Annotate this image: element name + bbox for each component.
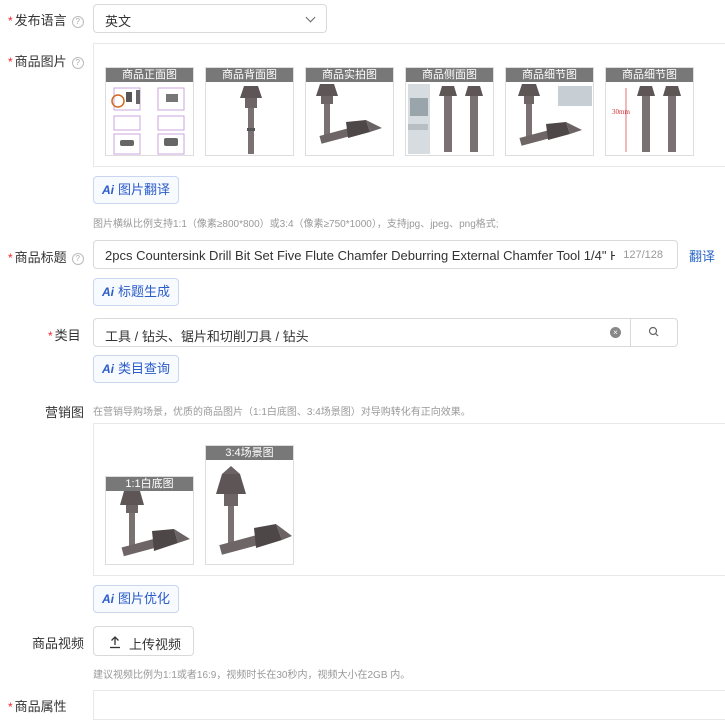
close-circle-icon[interactable]: × [610, 327, 621, 338]
language-label: * 发布语言? [8, 10, 84, 29]
image-thumb[interactable]: 商品实拍图 [305, 67, 394, 156]
category-value: 工具 / 钻头、锯片和切削刀具 / 钻头 [105, 329, 309, 344]
language-select[interactable]: 英文 [93, 4, 327, 33]
question-circle-icon: ? [71, 253, 84, 265]
chevron-down-icon [305, 12, 316, 23]
image-thumb[interactable]: 30mm 商品细节图 [605, 67, 694, 156]
question-circle-icon: ? [71, 57, 84, 69]
product-photo [216, 466, 292, 555]
image-thumb[interactable]: 商品侧面图 [405, 67, 494, 156]
title-label: * 商品标题? [8, 247, 84, 266]
image-thumb[interactable]: 商品背面图 [205, 67, 294, 156]
image-optimize-button[interactable]: Ai 图片优化 [93, 585, 180, 613]
image-gallery: 商品正面图 商品背面图 商品实拍图 商品侧面图 商品细节图 30mm 商品细节图 [93, 43, 725, 167]
title-input[interactable]: 2pcs Countersink Drill Bit Set Five Flut… [93, 240, 678, 269]
marketing-gallery: 1:1白底图 3:4场景图 [93, 423, 725, 576]
video-label: 商品视频 [32, 636, 85, 651]
marketing-thumb[interactable]: 1:1白底图 [105, 476, 194, 565]
title-translate-link[interactable]: 翻译 [689, 246, 715, 265]
upload-icon [110, 636, 120, 649]
video-hint: 建议视频比例为1:1或者16:9，视频时长在30秒内，视频大小在2GB 内。 [93, 670, 411, 681]
category-search-button[interactable] [631, 319, 677, 346]
attributes-label: * 商品属性 [8, 699, 67, 714]
title-char-count: 127/128 [623, 249, 663, 261]
title-generate-button[interactable]: Ai 标题生成 [93, 278, 180, 306]
category-select[interactable]: 工具 / 钻头、锯片和切削刀具 / 钻头 × [93, 318, 678, 347]
image-translate-button[interactable]: Ai 图片翻译 [93, 176, 180, 204]
upload-video-button[interactable]: 上传视频 [93, 626, 194, 656]
category-label: * 类目 [48, 328, 81, 343]
marketing-label: 营销图 [45, 405, 85, 420]
image-thumb[interactable]: 商品正面图 [105, 67, 194, 156]
image-hint: 图片横纵比例支持1:1（像素≥800*800）或3:4（像素≥750*1000）… [93, 219, 499, 230]
images-label: * 商品图片? [8, 51, 84, 70]
question-circle-icon: ? [71, 16, 84, 28]
title-value: 2pcs Countersink Drill Bit Set Five Flut… [105, 248, 615, 263]
marketing-hint: 在营销导购场景，优质的商品图片（1:1白底图、3:4场景图）对导购转化有正向效果… [93, 407, 471, 418]
attributes-panel [93, 690, 725, 720]
marketing-thumb[interactable]: 3:4场景图 [205, 445, 294, 565]
measurement-label: 30mm [612, 108, 630, 116]
category-lookup-button[interactable]: Ai 类目查询 [93, 355, 180, 383]
image-thumb[interactable]: 商品细节图 [505, 67, 594, 156]
search-icon [648, 326, 659, 337]
